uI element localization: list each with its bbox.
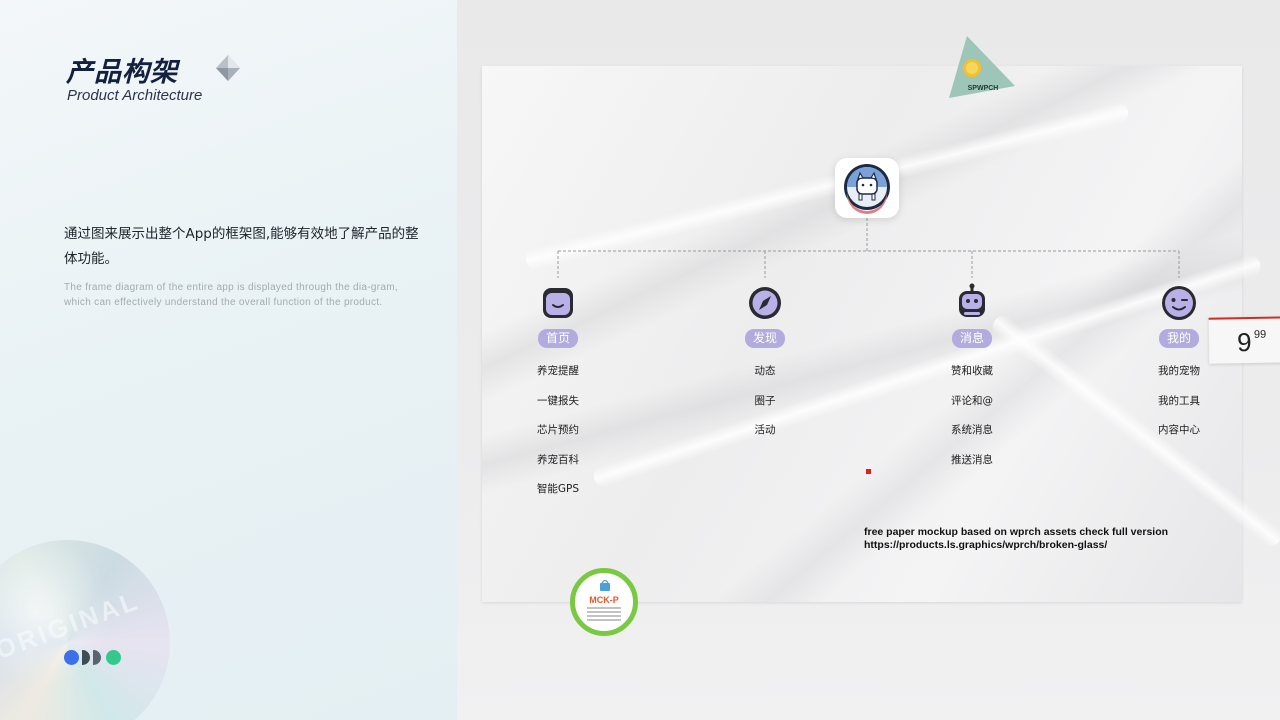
list-item: 评论和@ [951, 394, 993, 407]
column-discover-items: 动态 圈子 活动 [720, 364, 810, 437]
intro-text-en: The frame diagram of the entire app is d… [64, 282, 398, 308]
tab-messages[interactable]: 消息 [951, 329, 992, 348]
diamond-icon [216, 55, 240, 81]
indicator-dot-blue [64, 650, 79, 665]
mck-sticker-fine-print [587, 607, 621, 621]
list-item: 智能GPS [536, 483, 580, 495]
compass-icon [749, 287, 781, 319]
home-face-icon [543, 288, 573, 318]
list-item: 一键报失 [537, 394, 579, 407]
column-messages: 消息 赞和收藏 评论和@ 系统消息 推送消息 [927, 283, 1017, 482]
column-home-items: 养宠提醒 一键报失 芯片预约 养宠百科 智能GPS [513, 364, 603, 496]
list-item: 赞和收藏 [951, 365, 993, 377]
list-item: 活动 [754, 424, 776, 436]
page-subtitle: Product Architecture [67, 87, 203, 104]
price-tag-superscript: 99 [1253, 328, 1267, 341]
paint-bucket-icon [600, 579, 610, 591]
column-home: 首页 养宠提醒 一键报失 芯片预约 养宠百科 智能GPS [513, 283, 603, 512]
mck-round-sticker: MCK-P [570, 568, 638, 636]
pet-logo-icon [844, 164, 890, 214]
list-item: 推送消息 [951, 453, 993, 466]
wink-face-icon [1162, 286, 1196, 320]
tab-discover[interactable]: 发现 [744, 329, 785, 348]
mck-sticker-title: MCK-P [589, 595, 619, 605]
column-messages-items: 赞和收藏 评论和@ 系统消息 推送消息 [927, 364, 1017, 467]
list-item: 系统消息 [951, 424, 993, 436]
right-panel: SPWPCH 首页 养宠提醒 一键报失 芯片预约 养宠百科 智能GPS 发现 动… [457, 0, 1280, 720]
page-title: 产品构架 [66, 57, 178, 88]
list-item: 圈子 [754, 394, 776, 407]
column-discover: 发现 动态 圈子 活动 [720, 283, 810, 453]
red-marker [866, 469, 871, 474]
tab-mine[interactable]: 我的 [1158, 329, 1199, 348]
list-item: 动态 [754, 365, 776, 377]
app-root-node [835, 158, 899, 218]
list-item: 养宠提醒 [537, 365, 579, 377]
tab-home[interactable]: 首页 [537, 329, 578, 348]
list-item: 养宠百科 [537, 453, 579, 466]
list-item: 我的宠物 [1158, 365, 1200, 377]
list-item: 内容中心 [1158, 424, 1200, 436]
mockup-credit-line2: https://products.ls.graphics/wprch/broke… [864, 539, 1108, 551]
column-mine-items: 我的宠物 我的工具 内容中心 [1134, 364, 1224, 437]
holographic-disc: ORIGINAL [0, 540, 170, 720]
robot-message-icon [959, 283, 985, 317]
price-tag-main: 9 [1236, 326, 1252, 358]
intro-text-zh: 通过图来展示出整个App的框架图,能够有效地了解产品的整体功能。 [64, 226, 419, 267]
mockup-credit-line1: free paper mockup based on wprch assets … [864, 526, 1169, 538]
mockup-credit: free paper mockup based on wprch assets … [864, 526, 1168, 552]
list-item: 我的工具 [1158, 394, 1200, 407]
left-panel: 产品构架 Product Architecture 通过图来展示出整个App的框… [0, 0, 457, 720]
column-mine: 我的 我的宠物 我的工具 内容中心 [1134, 283, 1224, 453]
indicator-dot-green [106, 650, 121, 665]
list-item: 芯片预约 [537, 424, 579, 436]
price-tag-sticker: 9 99 [1208, 316, 1280, 364]
